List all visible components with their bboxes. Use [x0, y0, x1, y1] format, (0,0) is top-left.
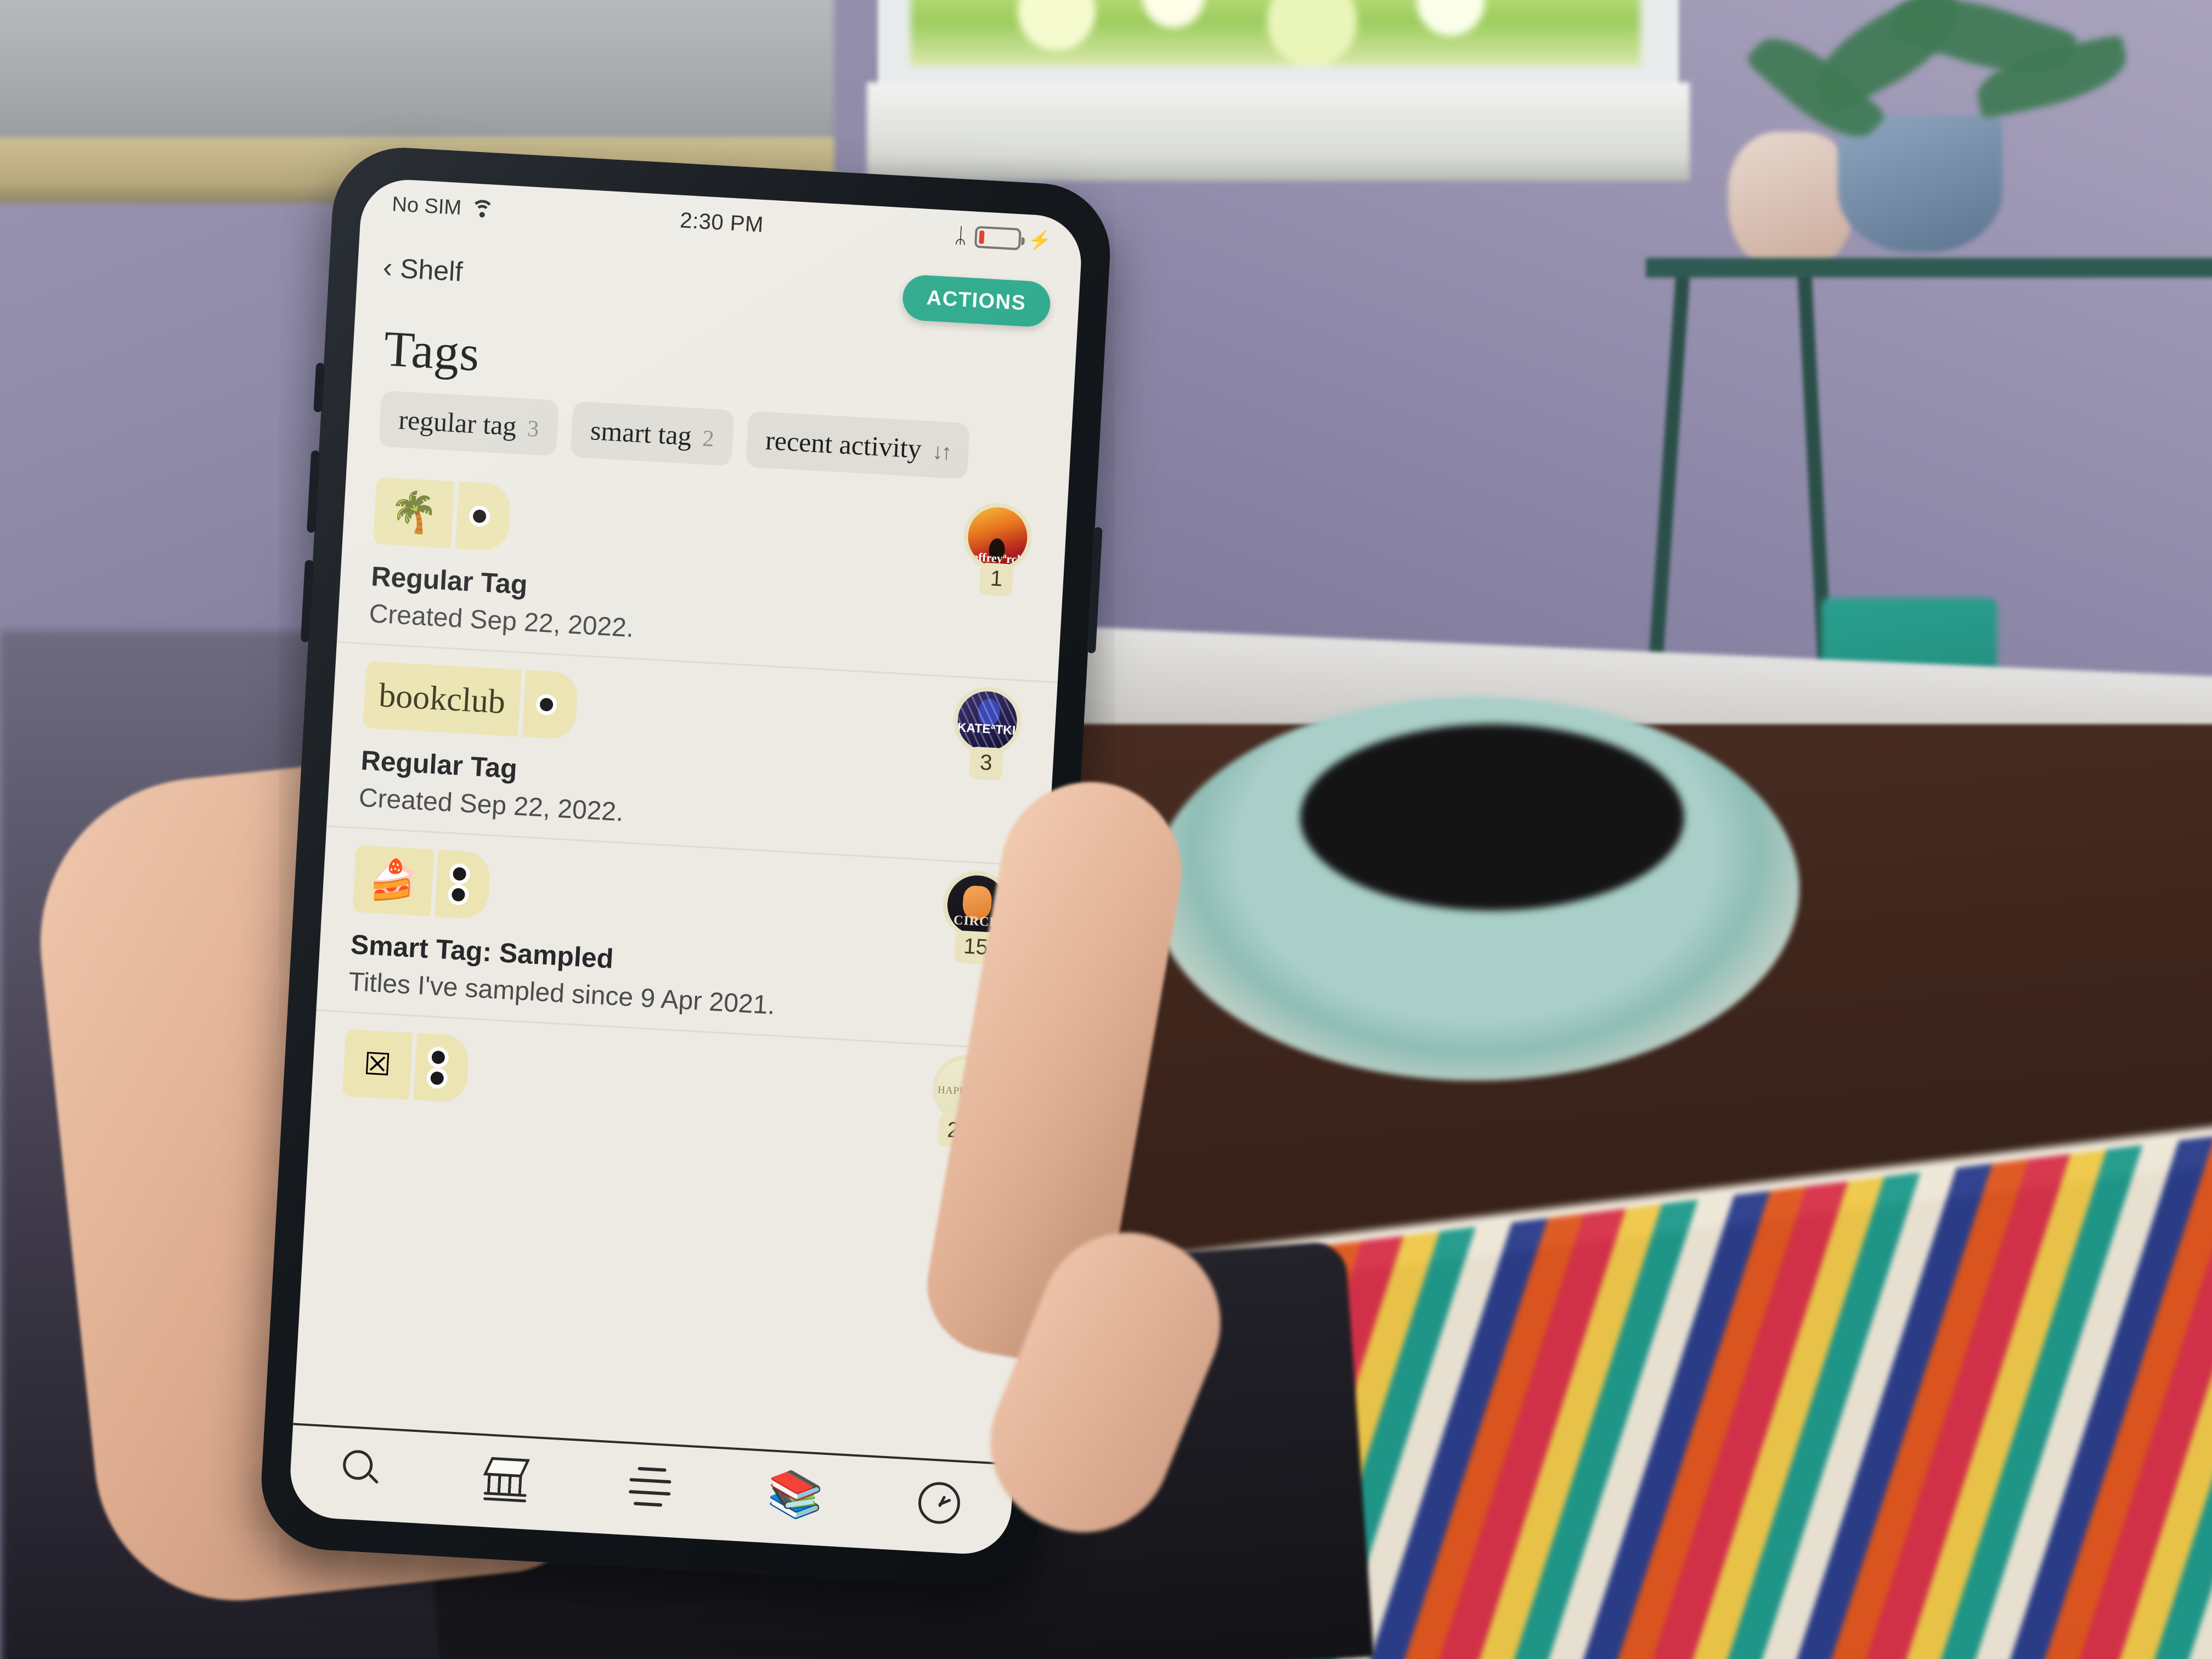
tag-hole	[472, 509, 487, 523]
tag-name-label: bookclub	[377, 676, 506, 721]
clock-label: 2:30 PM	[679, 208, 765, 237]
chip-label: smart tag	[589, 415, 693, 452]
chip-label: recent activity	[764, 424, 923, 464]
tag-shape: 🍰	[352, 845, 1020, 949]
list-icon	[628, 1466, 674, 1507]
back-button[interactable]: ‹ Shelf	[382, 251, 464, 288]
tag-count-badge: 3	[968, 746, 1003, 781]
tab-library[interactable]	[433, 1453, 580, 1505]
chevron-left-icon: ‹	[382, 251, 394, 284]
tab-search[interactable]	[290, 1447, 436, 1496]
phone-screen: No SIM 2:30 PM ᛦ ⚡ ‹ Shelf ACTIONS Tags …	[287, 177, 1084, 1556]
bluetooth-icon: ᛦ	[953, 224, 968, 248]
tag-shape: bookclub	[363, 661, 1030, 765]
tab-list[interactable]	[578, 1464, 724, 1510]
status-bar-left: No SIM	[391, 193, 610, 228]
phone: No SIM 2:30 PM ᛦ ⚡ ‹ Shelf ACTIONS Tags …	[257, 144, 1114, 1590]
cake-slice-icon: 🍰	[367, 857, 419, 904]
clock-icon	[917, 1481, 962, 1525]
sort-arrows-icon: ↓↑	[932, 438, 951, 465]
tag-shape: ☒	[342, 1029, 1010, 1133]
tag-body: 🌴	[373, 477, 455, 549]
tag-end	[455, 481, 512, 551]
battery-icon	[974, 225, 1022, 251]
tag-hole	[539, 697, 554, 712]
actions-button[interactable]: ACTIONS	[901, 274, 1052, 328]
tag-hole	[430, 1071, 444, 1085]
chip-count: 2	[702, 426, 715, 452]
tag-hole	[451, 888, 465, 902]
kate-atkinson-cover	[951, 685, 1024, 757]
cover-thumbnail-wrap[interactable]: 1	[961, 501, 1036, 597]
window-sill-white	[867, 82, 1690, 181]
search-icon	[341, 1449, 384, 1492]
cat-bed-interior	[1300, 724, 1684, 911]
tag-end	[413, 1033, 470, 1103]
tag-hole	[431, 1050, 445, 1065]
tab-clock[interactable]	[866, 1478, 1013, 1528]
tag-end	[434, 849, 491, 919]
chip-count: 3	[527, 416, 540, 442]
tag-count-badge: 1	[979, 562, 1014, 597]
chip-regular-tag[interactable]: regular tag 3	[378, 390, 560, 456]
tab-books[interactable]: 📚	[722, 1468, 868, 1522]
tag-shape: 🌴	[373, 477, 1041, 580]
charging-bolt-icon: ⚡	[1028, 229, 1052, 252]
window-glass-foliage	[911, 0, 1640, 66]
plant-stand-shelf	[1646, 258, 2212, 278]
plant-pot-pink	[1728, 132, 1854, 274]
cover-thumbnail-wrap[interactable]: 3	[950, 685, 1025, 782]
tag-body: 🍰	[352, 845, 434, 917]
tag-body: bookclub	[363, 661, 522, 737]
jeffrey-archer-cover	[962, 501, 1034, 573]
library-icon	[482, 1455, 532, 1503]
tag-body: ☒	[342, 1029, 413, 1100]
status-bar-right: ᛦ ⚡	[833, 218, 1052, 252]
palm-tree-icon: 🌴	[388, 489, 440, 536]
wifi-icon	[470, 199, 495, 224]
tag-end	[522, 670, 579, 740]
tag-hole	[452, 867, 466, 881]
missing-glyph-icon: ☒	[363, 1046, 392, 1082]
chip-label: regular tag	[398, 404, 518, 442]
chip-smart-tag[interactable]: smart tag 2	[570, 401, 735, 466]
books-icon: 📚	[766, 1468, 825, 1521]
photo-scene: No SIM 2:30 PM ᛦ ⚡ ‹ Shelf ACTIONS Tags …	[0, 0, 2212, 1659]
back-button-label: Shelf	[399, 253, 464, 287]
carrier-label: No SIM	[391, 192, 462, 219]
